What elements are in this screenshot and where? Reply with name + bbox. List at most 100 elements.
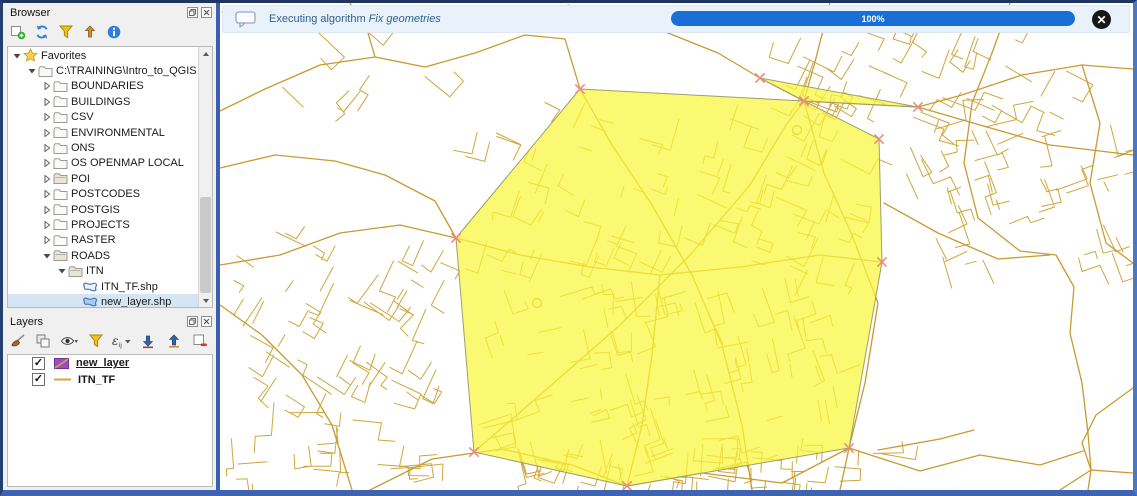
map-canvas[interactable]: Executing algorithm Fix geometries 100% … [220, 3, 1133, 490]
caret-expanded-icon[interactable] [42, 252, 52, 260]
major-road [877, 429, 975, 451]
layer-visibility-checkbox[interactable]: ✓ [32, 373, 45, 387]
tree-item-label: Favorites [41, 49, 87, 62]
tree-item-os-openmap-local[interactable]: OS OPENMAP LOCAL [8, 156, 199, 171]
refresh-button[interactable] [33, 25, 50, 42]
tree-item-roads[interactable]: ROADS [8, 248, 199, 263]
browser-close-button[interactable] [201, 7, 212, 18]
browser-panel-titlebar: Browser [3, 3, 216, 22]
tree-item-label: POSTCODES [71, 188, 141, 201]
tree-item-itn-tf-shp[interactable]: ITN_TF.shp [8, 279, 199, 294]
tree-item-label: ITN [86, 265, 104, 278]
folder-icon [52, 203, 68, 216]
caret-collapsed-icon[interactable] [42, 128, 52, 137]
tree-item-new-layer-shp[interactable]: new_layer.shp [8, 294, 199, 307]
browser-undock-button[interactable] [187, 7, 198, 18]
folder-open-icon [52, 249, 68, 262]
caret-collapsed-icon[interactable] [42, 113, 52, 122]
message-bar: Executing algorithm Fix geometries 100% … [222, 5, 1130, 33]
remove-layer-button[interactable] [191, 334, 208, 351]
tree-item-label: OS OPENMAP LOCAL [71, 157, 184, 170]
tree-item-postgis[interactable]: POSTGIS [8, 202, 199, 217]
new-layer-polygon [455, 88, 883, 487]
filter-button[interactable] [57, 25, 74, 42]
folder-icon [52, 157, 68, 170]
caret-collapsed-icon[interactable] [42, 144, 52, 153]
tree-item-c-training-intro-to-qgis[interactable]: C:\TRAINING\Intro_to_QGIS [8, 63, 199, 78]
scroll-up-button[interactable] [199, 47, 212, 60]
layers-close-button[interactable] [201, 316, 212, 327]
caret-collapsed-icon[interactable] [42, 236, 52, 245]
browser-panel: Browser Favorites C:\TRAINING\Intro_to_QG… [3, 3, 216, 310]
shapefile-blue-icon [82, 296, 98, 307]
collapse-tree-icon [82, 24, 98, 43]
layer-visibility-checkbox[interactable]: ✓ [32, 356, 45, 370]
layer-row-new_layer[interactable]: ✓ new_layer [8, 355, 212, 372]
left-dock-area: Browser Favorites C:\TRAINING\Intro_to_QG… [3, 3, 216, 490]
layers-toolbar: ε ij [3, 331, 216, 353]
add-layer-button[interactable] [9, 25, 26, 42]
tree-item-csv[interactable]: CSV [8, 110, 199, 125]
caret-expanded-icon[interactable] [57, 267, 67, 275]
major-road [1059, 469, 1133, 490]
layer-name: ITN_TF [78, 373, 116, 386]
caret-expanded-icon[interactable] [27, 67, 37, 75]
tree-item-poi[interactable]: POI [8, 171, 199, 186]
undock-icon [189, 318, 196, 325]
scrollbar-thumb[interactable] [200, 197, 211, 293]
caret-collapsed-icon[interactable] [42, 82, 52, 91]
tree-item-label: PROJECTS [71, 218, 130, 231]
message-text: Executing algorithm Fix geometries [269, 13, 441, 25]
message-bar-close-button[interactable]: ✕ [1092, 10, 1111, 29]
caret-collapsed-icon[interactable] [42, 205, 52, 214]
tree-item-postcodes[interactable]: POSTCODES [8, 187, 199, 202]
collapse-all-button[interactable] [165, 333, 182, 351]
folder-icon [52, 234, 68, 247]
tree-item-buildings[interactable]: BUILDINGS [8, 94, 199, 109]
message-bubble-icon [235, 11, 257, 31]
arrow-down-icon [202, 298, 209, 303]
caret-collapsed-icon[interactable] [42, 159, 52, 168]
expression-filter-button[interactable]: ε ij [112, 334, 130, 351]
tree-item-favorites[interactable]: Favorites [8, 48, 199, 63]
minor-road-network [233, 226, 461, 418]
layers-undock-button[interactable] [187, 316, 198, 327]
tree-item-ons[interactable]: ONS [8, 140, 199, 155]
caret-collapsed-icon[interactable] [42, 97, 52, 106]
arrow-up-icon [202, 51, 209, 56]
caret-collapsed-icon[interactable] [42, 220, 52, 229]
caret-expanded-icon[interactable] [12, 52, 22, 60]
tree-item-label: C:\TRAINING\Intro_to_QGIS [56, 65, 197, 78]
properties-button[interactable] [105, 25, 122, 42]
browser-tree-scrollbar[interactable] [198, 47, 212, 307]
tree-item-label: ONS [71, 142, 95, 155]
styling-brush-button[interactable] [9, 333, 26, 351]
close-icon [203, 318, 210, 325]
scroll-down-button[interactable] [199, 294, 212, 307]
properties-icon [106, 24, 122, 43]
map-themes-eye-button[interactable] [60, 334, 78, 351]
undock-icon [189, 9, 196, 16]
layer-name: new_layer [76, 357, 130, 370]
collapse-tree-button[interactable] [81, 24, 98, 43]
layer-row-itn_tf[interactable]: ✓ ITN_TF [8, 372, 212, 389]
shapefile-icon [82, 281, 98, 292]
tree-item-environmental[interactable]: ENVIRONMENTAL [8, 125, 199, 140]
expand-all-button[interactable] [139, 334, 156, 351]
tree-item-itn[interactable]: ITN [8, 263, 199, 278]
tree-item-boundaries[interactable]: BOUNDARIES [8, 79, 199, 94]
layers-panel-titlebar: Layers [3, 312, 216, 331]
caret-collapsed-icon[interactable] [42, 190, 52, 199]
add-group-button[interactable] [35, 334, 52, 351]
close-icon [203, 9, 210, 16]
refresh-icon [34, 24, 50, 43]
major-road [220, 154, 457, 239]
layers-panel-title: Layers [10, 315, 44, 328]
caret-collapsed-icon[interactable] [42, 174, 52, 183]
tree-item-raster[interactable]: RASTER [8, 233, 199, 248]
filter-legend-button[interactable] [87, 334, 104, 351]
folder-icon [52, 126, 68, 139]
star-icon [22, 48, 38, 63]
tree-item-projects[interactable]: PROJECTS [8, 217, 199, 232]
browser-tree: Favorites C:\TRAINING\Intro_to_QGIS BOUNDA… [7, 46, 213, 308]
